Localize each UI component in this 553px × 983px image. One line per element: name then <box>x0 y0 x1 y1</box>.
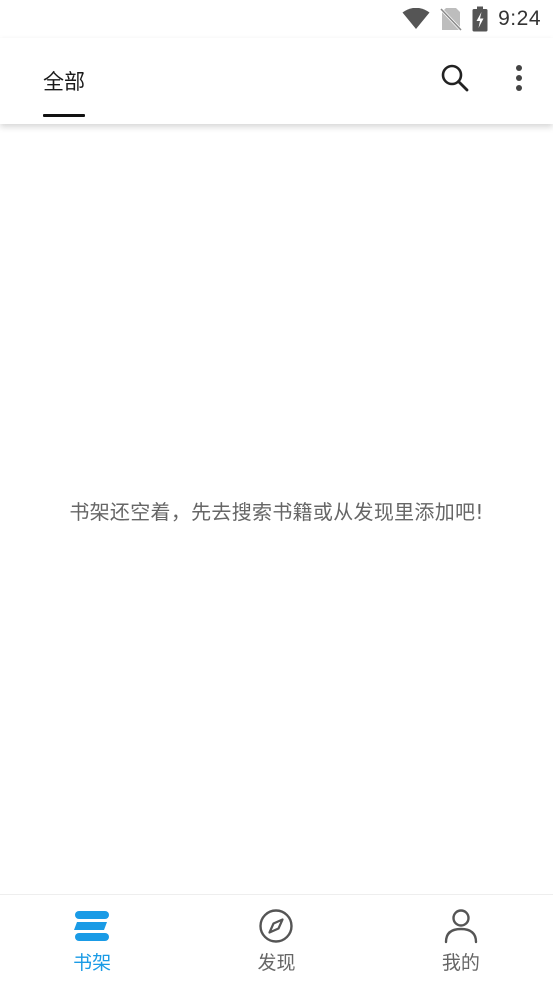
tab-indicator <box>43 114 85 117</box>
status-bar: 9:24 <box>0 0 553 38</box>
nav-label-mine: 我的 <box>441 952 480 974</box>
tab-all-label: 全部 <box>43 70 85 94</box>
battery-charging-icon <box>472 6 488 32</box>
more-vert-icon <box>514 64 524 96</box>
nav-label-bookshelf: 书架 <box>73 952 112 974</box>
wifi-icon <box>402 8 430 30</box>
tab-all[interactable]: 全部 <box>43 38 85 124</box>
nav-item-discover[interactable]: 发现 <box>184 895 368 983</box>
nav-item-mine[interactable]: 我的 <box>369 895 553 983</box>
person-icon <box>441 907 481 945</box>
search-icon <box>440 63 470 97</box>
nav-item-bookshelf[interactable]: 书架 <box>0 895 184 983</box>
bottom-navigation: 书架 发现 我的 <box>0 894 553 983</box>
bookshelf-icon <box>72 907 112 945</box>
status-time: 9:24 <box>498 7 541 30</box>
screen: 9:24 全部 书架还空着，先去搜索书籍或从发现里添加吧! 书架 发现 我的 <box>0 0 553 983</box>
top-app-bar: 全部 <box>0 38 553 124</box>
no-sim-icon <box>440 7 463 31</box>
empty-state-message: 书架还空着，先去搜索书籍或从发现里添加吧! <box>69 500 484 524</box>
bookshelf-content: 书架还空着，先去搜索书籍或从发现里添加吧! <box>0 124 553 894</box>
more-options-button[interactable] <box>499 60 539 100</box>
search-button[interactable] <box>435 60 475 100</box>
nav-label-discover: 发现 <box>257 952 296 974</box>
compass-icon <box>256 907 296 945</box>
